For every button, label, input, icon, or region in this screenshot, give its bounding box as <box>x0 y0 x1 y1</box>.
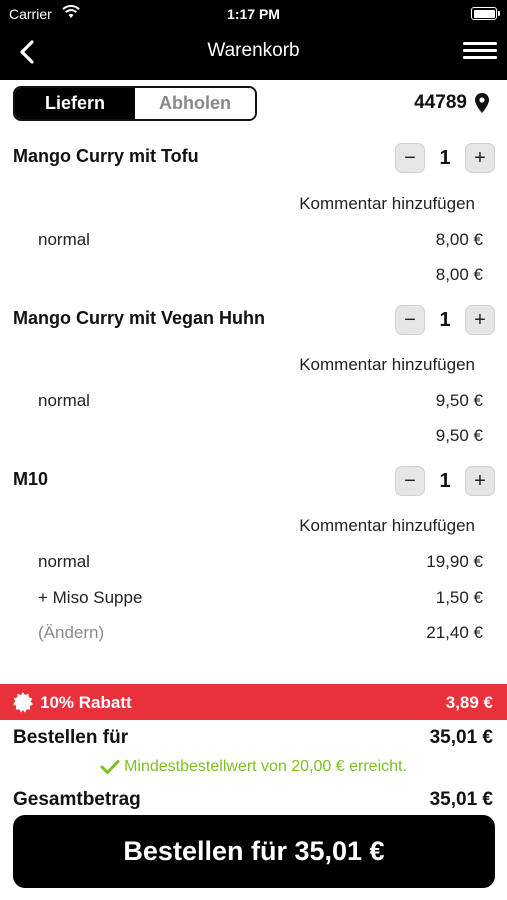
grand-total-row: Gesamtbetrag 35,01 € <box>13 789 493 811</box>
add-comment-link[interactable]: Kommentar hinzufügen <box>299 355 475 375</box>
add-comment-link[interactable]: Kommentar hinzufügen <box>299 194 475 214</box>
edit-item-link[interactable]: (Ändern) <box>38 623 104 643</box>
discount-badge-icon <box>13 692 33 713</box>
cart-item-name: M10 <box>13 469 49 489</box>
discount-banner: 10% Rabatt 3,89 € <box>0 684 507 720</box>
quantity-value: 1 <box>439 308 451 331</box>
order-for-row: Bestellen für 35,01 € <box>13 727 493 749</box>
checkmark-icon <box>100 759 120 774</box>
status-bar: Carrier 1:17 PM <box>0 0 507 28</box>
zip-code: 44789 <box>414 92 467 113</box>
tab-abholen[interactable]: Abholen <box>135 88 255 119</box>
item-extra-price: 1,50 € <box>435 588 483 607</box>
item-variant-label: normal <box>38 391 90 410</box>
order-for-value: 35,01 € <box>429 727 493 748</box>
order-for-label: Bestellen für <box>13 727 129 748</box>
discount-amount: 3,89 € <box>445 693 493 712</box>
minimum-order-text: Mindestbestellwert von 20,00 € erreicht. <box>124 758 407 775</box>
discount-label: 10% Rabatt <box>40 693 132 712</box>
quantity-value: 1 <box>439 469 451 492</box>
battery-icon <box>471 7 500 20</box>
increase-quantity-button[interactable]: + <box>465 143 495 173</box>
cart-item-name: Mango Curry mit Vegan Huhn <box>13 308 266 328</box>
item-total-price: 8,00 € <box>435 265 483 284</box>
quantity-stepper: − 1 + <box>395 465 495 497</box>
minimum-order-note: Mindestbestellwert von 20,00 € erreicht. <box>0 758 507 776</box>
item-total-price: 9,50 € <box>435 426 483 445</box>
hamburger-menu-icon[interactable] <box>463 38 497 66</box>
place-order-button[interactable]: Bestellen für 35,01 € <box>13 815 495 888</box>
increase-quantity-button[interactable]: + <box>465 466 495 496</box>
increase-quantity-button[interactable]: + <box>465 305 495 335</box>
decrease-quantity-button[interactable]: − <box>395 305 425 335</box>
add-comment-link[interactable]: Kommentar hinzufügen <box>299 516 475 536</box>
item-extra-label: + Miso Suppe <box>38 588 143 607</box>
item-variant-price: 19,90 € <box>426 552 483 571</box>
quantity-value: 1 <box>439 146 451 169</box>
grand-total-label: Gesamtbetrag <box>13 789 141 810</box>
delivery-mode-toggle: Liefern Abholen <box>13 86 257 121</box>
page-title: Warenkorb <box>207 40 300 61</box>
zip-code-selector[interactable]: 44789 <box>414 92 489 114</box>
item-total-price: 21,40 € <box>426 623 483 642</box>
item-variant-label: normal <box>38 552 90 571</box>
tab-liefern[interactable]: Liefern <box>15 88 135 119</box>
clock: 1:17 PM <box>227 6 280 22</box>
item-variant-price: 8,00 € <box>435 230 483 249</box>
cart-item-name: Mango Curry mit Tofu <box>13 146 199 166</box>
decrease-quantity-button[interactable]: − <box>395 466 425 496</box>
location-pin-icon <box>475 93 489 113</box>
quantity-stepper: − 1 + <box>395 142 495 174</box>
quantity-stepper: − 1 + <box>395 304 495 336</box>
decrease-quantity-button[interactable]: − <box>395 143 425 173</box>
grand-total-value: 35,01 € <box>429 789 493 810</box>
top-bar: Carrier 1:17 PM Warenkorb <box>0 0 507 80</box>
item-variant-price: 9,50 € <box>435 391 483 410</box>
item-variant-label: normal <box>38 230 90 249</box>
